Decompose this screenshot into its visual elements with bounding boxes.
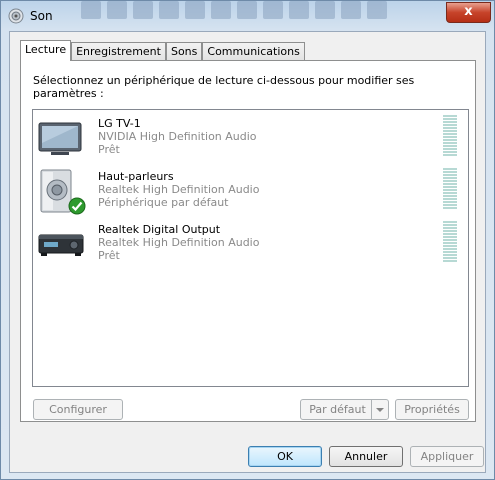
device-status: Prêt	[98, 143, 120, 156]
default-device-check-icon	[68, 197, 86, 215]
tab-strip: Lecture Enregistrement Sons Communicatio…	[20, 40, 305, 61]
device-item-realtek-digital-output[interactable]: Realtek Digital Output Realtek High Defi…	[37, 221, 457, 271]
properties-button[interactable]: Propriétés	[395, 399, 469, 420]
tab-enregistrement[interactable]: Enregistrement	[71, 42, 166, 60]
device-item-lg-tv[interactable]: LG TV-1 NVIDIA High Definition Audio Prê…	[37, 115, 457, 165]
device-list[interactable]: LG TV-1 NVIDIA High Definition Audio Prê…	[32, 109, 469, 387]
device-item-haut-parleurs[interactable]: Haut-parleurs Realtek High Definition Au…	[37, 168, 457, 218]
tab-communications[interactable]: Communications	[202, 42, 305, 60]
set-default-split-button[interactable]: Par défaut	[300, 399, 389, 420]
instruction-text: Sélectionnez un périphérique de lecture …	[33, 74, 415, 100]
dialog-client-area: Lecture Enregistrement Sons Communicatio…	[9, 31, 486, 473]
device-status: Périphérique par défaut	[98, 196, 229, 209]
device-name: Realtek Digital Output	[98, 223, 221, 236]
volume-level-meter	[443, 168, 457, 210]
tab-lecture[interactable]: Lecture	[20, 40, 72, 61]
title-bar[interactable]: Son x	[1, 1, 494, 31]
playback-tab-panel: Sélectionnez un périphérique de lecture …	[20, 60, 476, 422]
device-name: Haut-parleurs	[98, 170, 174, 183]
window-title: Son	[30, 9, 53, 23]
chevron-down-icon[interactable]	[371, 400, 388, 419]
tv-icon	[37, 115, 85, 163]
background-taskbar-strip	[81, 1, 421, 23]
cancel-button[interactable]: Annuler	[329, 446, 403, 467]
volume-level-meter	[443, 115, 457, 157]
configure-button[interactable]: Configurer	[33, 399, 123, 420]
sound-dialog-window: Son x Lecture Enregistrement Sons Commun…	[0, 0, 495, 480]
device-driver: Realtek High Definition Audio	[98, 236, 260, 249]
device-name: LG TV-1	[98, 117, 141, 130]
apply-button[interactable]: Appliquer	[410, 446, 484, 467]
volume-level-meter	[443, 221, 457, 263]
device-status: Prêt	[98, 249, 120, 262]
ok-button[interactable]: OK	[248, 446, 322, 467]
tab-sons[interactable]: Sons	[165, 42, 203, 60]
close-button[interactable]: x	[446, 2, 491, 23]
set-default-label: Par défaut	[309, 403, 366, 416]
speaker-icon	[8, 8, 24, 24]
receiver-icon	[37, 221, 85, 269]
close-icon: x	[464, 4, 473, 19]
device-driver: Realtek High Definition Audio	[98, 183, 260, 196]
device-driver: NVIDIA High Definition Audio	[98, 130, 257, 143]
